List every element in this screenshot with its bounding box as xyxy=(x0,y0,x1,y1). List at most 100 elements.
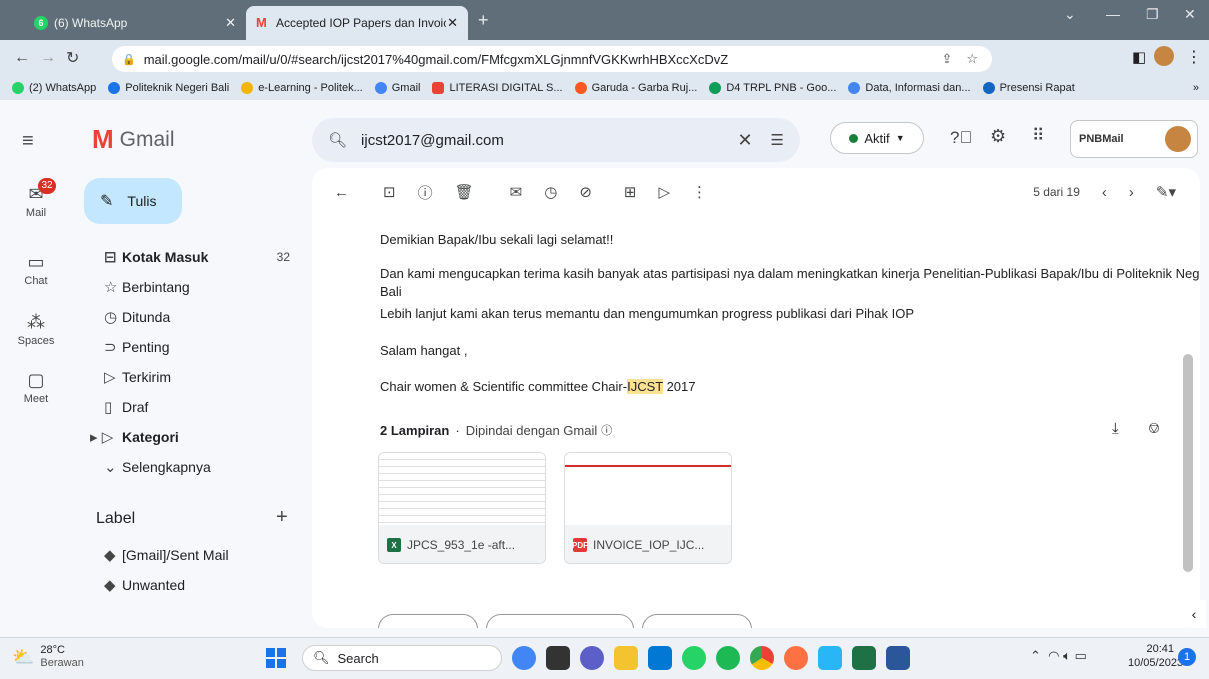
clock[interactable]: 20:41 10/05/2023 xyxy=(1128,642,1183,670)
bookmark-item[interactable]: (2) WhatsApp xyxy=(12,82,96,94)
attachment-card[interactable]: PDF INVOICE_IOP_IJC... xyxy=(564,452,732,564)
save-to-drive-icon[interactable]: ⎊ xyxy=(1148,420,1160,437)
search-bar[interactable]: 🔍︎ ijcst2017@gmail.com ✕ ☰ xyxy=(312,118,800,162)
sidepanel-icon[interactable]: ◧ xyxy=(1132,48,1146,66)
search-icon[interactable]: 🔍︎ xyxy=(328,131,347,149)
bookmark-item[interactable]: e-Learning - Politek... xyxy=(241,82,363,94)
report-spam-icon[interactable]: ⓘ xyxy=(418,182,433,203)
apps-grid-icon[interactable]: ⠿ xyxy=(1032,126,1044,146)
battery-icon[interactable]: ▭ xyxy=(1075,648,1087,663)
rail-mail[interactable]: ✉ Mail xyxy=(0,184,72,219)
restore-button[interactable]: ❐ xyxy=(1146,6,1159,23)
nav-categories[interactable]: ▸ ▷ Kategori xyxy=(84,422,304,452)
nav-more[interactable]: ⌄ Selengkapnya xyxy=(84,452,304,482)
taskbar-search[interactable]: 🔍︎ Search xyxy=(302,645,502,671)
bookmark-item[interactable]: Politeknik Negeri Bali xyxy=(108,82,229,94)
label-item[interactable]: ◆ Unwanted xyxy=(84,570,304,600)
account-badge[interactable]: PNBMail xyxy=(1070,120,1198,158)
label-icon[interactable]: ▷ xyxy=(658,183,670,201)
gmail-logo[interactable]: M Gmail xyxy=(92,124,175,155)
volume-icon[interactable]: 🔈︎ xyxy=(1063,648,1071,663)
mark-unread-icon[interactable]: ✉ xyxy=(510,183,523,201)
whatsapp-icon[interactable] xyxy=(682,646,706,670)
filter-icon[interactable]: ☰ xyxy=(771,131,784,149)
delete-icon[interactable]: 🗑︎ xyxy=(455,183,474,201)
back-arrow-icon[interactable]: ← xyxy=(14,49,30,67)
bookmark-item[interactable]: Garuda - Garba Ruj... xyxy=(574,82,697,94)
snooze-icon[interactable]: ◷ xyxy=(544,183,557,201)
download-all-icon[interactable]: ⤓ xyxy=(1112,420,1119,437)
notepad-icon[interactable] xyxy=(818,646,842,670)
share-icon[interactable]: ⇪ xyxy=(941,51,952,67)
close-window-button[interactable]: ✕ xyxy=(1184,6,1196,23)
rail-chat[interactable]: ▭ Chat xyxy=(0,252,72,287)
bookmark-item[interactable]: D4 TRPL PNB - Goo... xyxy=(709,82,836,94)
help-icon[interactable]: ?⃝ xyxy=(950,128,972,148)
compose-button[interactable]: ✎ Tulis xyxy=(84,178,182,224)
windows-start-icon[interactable] xyxy=(266,648,286,668)
search-input[interactable]: ijcst2017@gmail.com xyxy=(361,132,504,149)
nav-starred[interactable]: ☆ Berbintang xyxy=(84,272,304,302)
wifi-icon[interactable]: ◠ xyxy=(1048,648,1059,663)
tab-gmail[interactable]: M Accepted IOP Papers dan Invoice ✕ xyxy=(246,6,468,40)
file-explorer-icon[interactable] xyxy=(614,646,638,670)
profile-avatar[interactable] xyxy=(1154,46,1174,66)
label-item[interactable]: ◆ [Gmail]/Sent Mail xyxy=(84,540,304,570)
more-bookmarks-icon[interactable]: » xyxy=(1193,82,1199,94)
settings-gear-icon[interactable]: ⚙ xyxy=(990,126,1006,147)
newer-icon[interactable]: › xyxy=(1129,184,1134,201)
word-icon[interactable] xyxy=(886,646,910,670)
nav-inbox[interactable]: ⊟ Kotak Masuk 32 xyxy=(84,242,304,272)
reply-all-button[interactable] xyxy=(486,614,634,628)
chrome-icon[interactable] xyxy=(750,646,774,670)
bing-icon[interactable] xyxy=(512,646,536,670)
forward-button[interactable] xyxy=(642,614,752,628)
mail-app-icon[interactable] xyxy=(648,646,672,670)
teams-chat-icon[interactable] xyxy=(580,646,604,670)
chevron-up-icon[interactable]: ⌃ xyxy=(1030,648,1041,663)
chevron-down-icon[interactable]: ⌄ xyxy=(1064,6,1076,23)
task-view-icon[interactable] xyxy=(546,646,570,670)
close-icon[interactable]: ✕ xyxy=(447,15,458,31)
add-task-icon[interactable]: ⊘ xyxy=(579,183,592,201)
reply-button[interactable] xyxy=(378,614,478,628)
clear-search-icon[interactable]: ✕ xyxy=(737,130,752,151)
menu-icon[interactable]: ⋮ xyxy=(1186,47,1202,67)
new-tab-button[interactable]: + xyxy=(478,10,489,31)
star-icon[interactable]: ☆ xyxy=(966,51,978,67)
bookmark-item[interactable]: Data, Informasi dan... xyxy=(848,82,971,94)
older-icon[interactable]: ‹ xyxy=(1102,184,1107,201)
close-icon[interactable]: ✕ xyxy=(225,15,236,31)
nav-drafts[interactable]: ▯ Draf xyxy=(84,392,304,422)
attachment-card[interactable]: X JPCS_953_1e -aft... xyxy=(378,452,546,564)
nav-snoozed[interactable]: ◷ Ditunda xyxy=(84,302,304,332)
back-arrow-icon[interactable]: ← xyxy=(334,184,349,201)
bookmark-item[interactable]: LITERASI DIGITAL S... xyxy=(432,82,563,94)
nav-sent[interactable]: ▷ Terkirim xyxy=(84,362,304,392)
nav-important[interactable]: ⊃ Penting xyxy=(84,332,304,362)
side-panel-toggle-icon[interactable]: ‹ xyxy=(1182,600,1206,628)
minimize-button[interactable]: — xyxy=(1106,6,1120,22)
scrollbar-thumb[interactable] xyxy=(1183,354,1193,572)
chrome-profile-icon[interactable] xyxy=(784,646,808,670)
reload-icon[interactable]: ↻ xyxy=(66,48,79,68)
tab-whatsapp[interactable]: 6 (6) WhatsApp ✕ xyxy=(24,6,246,40)
bookmark-item[interactable]: Presensi Rapat xyxy=(982,82,1075,94)
hamburger-menu-icon[interactable]: ≡ xyxy=(22,130,34,153)
address-bar[interactable]: 🔒 mail.google.com/mail/u/0/#search/ijcst… xyxy=(112,46,992,72)
excel-icon[interactable] xyxy=(852,646,876,670)
spotify-icon[interactable] xyxy=(716,646,740,670)
add-label-icon[interactable]: + xyxy=(276,506,288,529)
info-icon[interactable]: ⓘ xyxy=(601,422,612,438)
rail-spaces[interactable]: ⁂ Spaces xyxy=(0,312,72,347)
weather-widget[interactable]: ⛅ 28°C Berawan xyxy=(12,644,84,670)
move-to-icon[interactable]: ⊞ xyxy=(624,183,637,201)
rail-meet[interactable]: ▢ Meet xyxy=(0,370,72,405)
status-dropdown[interactable]: Aktif ▼ xyxy=(830,122,924,154)
tray-icons[interactable]: ⌃ ◠ 🔈︎ ▭ xyxy=(1030,648,1087,664)
bookmark-item[interactable]: Gmail xyxy=(374,82,420,94)
notification-badge[interactable]: 1 xyxy=(1178,648,1196,666)
more-vert-icon[interactable]: ⋮ xyxy=(692,183,707,201)
input-tools-icon[interactable]: ✎▾ xyxy=(1156,183,1176,201)
forward-arrow-icon[interactable]: → xyxy=(40,49,56,67)
